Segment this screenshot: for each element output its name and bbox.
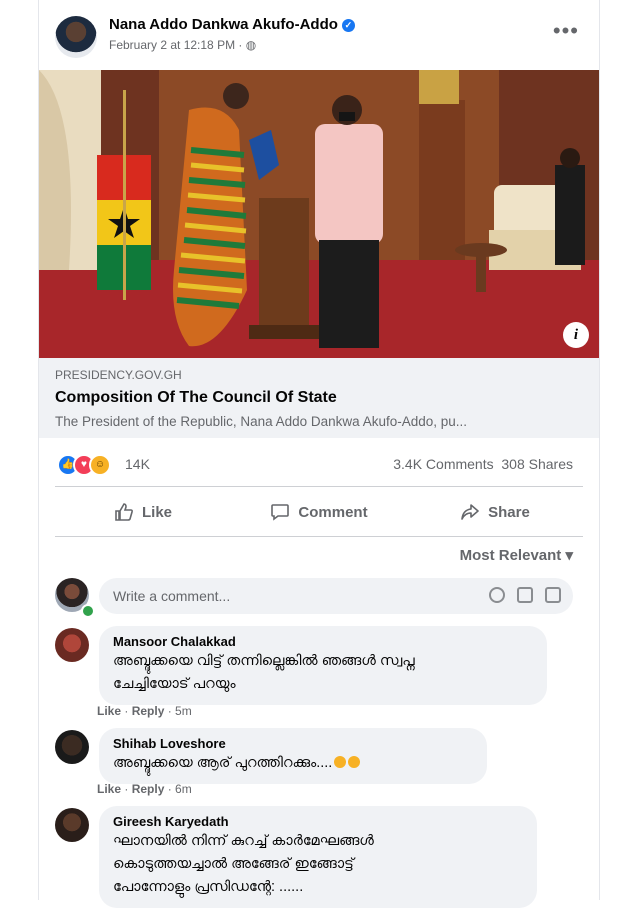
like-button[interactable]: Like: [55, 492, 231, 532]
post-meta[interactable]: February 2 at 12:18 PM · ◍: [109, 38, 256, 52]
commenter-avatar[interactable]: [55, 808, 89, 842]
commenter-avatar[interactable]: [55, 730, 89, 764]
comment-button[interactable]: Comment: [231, 492, 407, 532]
comment-actions: Like · Reply · 6m: [97, 782, 192, 796]
post-card: Nana Addo Dankwa Akufo-Addo ✓ February 2 …: [38, 0, 600, 908]
comment-text: പോന്നോളും പ്രസിഡന്റേ: ......: [113, 879, 304, 895]
comment-text: ഘാനയിൽ നിന്ന് കുറച്ച് കാർമേഘങ്ങൾ: [113, 833, 374, 849]
like-label: Like: [141, 503, 172, 521]
thumbs-up-icon: [115, 503, 133, 521]
sticker-icon[interactable]: [545, 587, 561, 603]
emoji-icon[interactable]: [489, 587, 505, 603]
comment-text: കൊടുത്തയച്ചാൽ അങ്ങേര് ഇങ്ങോട്ട്: [113, 856, 354, 872]
comment-time: 5m: [175, 704, 192, 718]
comment-text: അബ്ദുക്കയെ ആര് പുറത്തിറക്കും....: [113, 753, 473, 774]
commenter-name[interactable]: Gireesh Karyedath: [113, 814, 523, 829]
link-preview[interactable]: PRESIDENCY.GOV.GH Composition Of The Cou…: [39, 358, 599, 438]
post-header: Nana Addo Dankwa Akufo-Addo ✓ February 2 …: [39, 0, 599, 66]
comment-bubble: Shihab Loveshore അബ്ദുക്കയെ ആര് പുറത്തിറ…: [99, 728, 487, 784]
comment-text: ചേച്ചിയോട് പറയും: [113, 676, 236, 692]
comment-like-link[interactable]: Like: [97, 704, 121, 718]
divider: [55, 486, 583, 487]
camera-icon[interactable]: [517, 587, 533, 603]
caret-down-icon: ▾: [565, 547, 573, 564]
post-stats: 👍 ♥ ☺ 14K 3.4K Comments 308 Shares: [39, 448, 599, 478]
comment-time: 6m: [175, 782, 192, 796]
comment-bubble: Gireesh Karyedath ഘാനയിൽ നിന്ന് കുറച്ച് …: [99, 806, 537, 908]
commenter-avatar[interactable]: [55, 628, 89, 662]
info-icon[interactable]: i: [563, 322, 589, 348]
comments-shares[interactable]: 3.4K Comments 308 Shares: [393, 456, 573, 472]
share-label: Share: [488, 503, 530, 521]
commenter-name[interactable]: Mansoor Chalakkad: [113, 634, 533, 649]
more-options-icon[interactable]: •••: [553, 18, 579, 44]
online-status-icon: [81, 604, 95, 618]
globe-icon: ◍: [245, 38, 257, 52]
verified-badge-icon: ✓: [341, 19, 355, 32]
reactions-count[interactable]: 14K: [125, 456, 150, 472]
sad-face-icon: [334, 756, 347, 768]
commenter-name[interactable]: Shihab Loveshore: [113, 736, 473, 751]
share-icon: [461, 504, 479, 520]
comment-placeholder: Write a comment...: [113, 588, 231, 604]
ceremony-photo: [39, 70, 599, 358]
link-title[interactable]: Composition Of The Council Of State: [55, 389, 337, 407]
post-photo[interactable]: i: [39, 70, 599, 358]
comment-like-link[interactable]: Like: [97, 782, 121, 796]
post-actions: Like Comment Share: [55, 492, 583, 532]
comment-reply-link[interactable]: Reply: [132, 704, 165, 718]
comment-label: Comment: [298, 503, 368, 521]
haha-reaction-icon: ☺: [89, 454, 111, 476]
comment-actions: Like · Reply · 5m: [97, 704, 192, 718]
comment-bubble: Mansoor Chalakkad അബ്ദുക്കയെ വിട്ട് തന്ന…: [99, 626, 547, 705]
sort-dropdown[interactable]: Most Relevant ▾: [460, 546, 573, 564]
author-name[interactable]: Nana Addo Dankwa Akufo-Addo ✓: [109, 16, 355, 33]
divider: [55, 536, 583, 537]
comments-count[interactable]: 3.4K Comments: [393, 456, 493, 472]
sad-face-icon: [348, 756, 361, 768]
comment-reply-link[interactable]: Reply: [132, 782, 165, 796]
reactions-summary[interactable]: 👍 ♥ ☺: [57, 454, 111, 476]
comment-input-tools: [489, 587, 561, 603]
link-description: The President of the Republic, Nana Addo…: [55, 414, 468, 429]
comment-icon: [271, 504, 290, 521]
author-avatar[interactable]: [55, 16, 97, 58]
share-button[interactable]: Share: [407, 492, 583, 532]
link-domain: PRESIDENCY.GOV.GH: [55, 368, 182, 382]
shares-count[interactable]: 308 Shares: [501, 456, 573, 472]
comment-input[interactable]: Write a comment...: [99, 578, 573, 614]
comment-text: അബ്ദുക്കയെ വിട്ട് തന്നില്ലെങ്കിൽ ഞങ്ങൾ സ…: [113, 653, 415, 669]
